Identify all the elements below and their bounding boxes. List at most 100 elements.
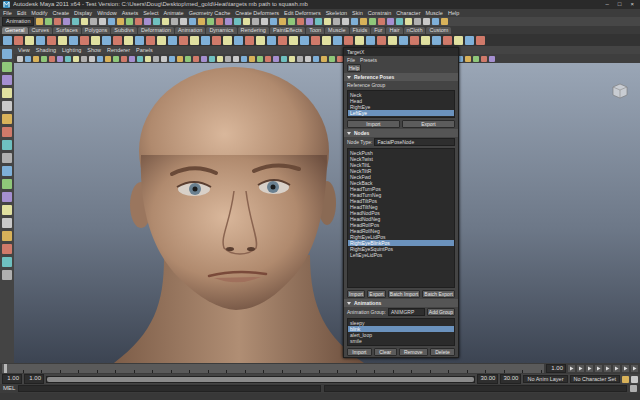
- tool-icon[interactable]: [414, 18, 421, 25]
- playback-icon[interactable]: [631, 365, 638, 372]
- action-button[interactable]: Batch Export: [422, 290, 455, 298]
- panel-tool-icon[interactable]: [209, 56, 215, 62]
- character-set-dropdown[interactable]: No Character Set: [570, 375, 621, 384]
- end-time-field[interactable]: 30.00: [500, 374, 521, 383]
- panel-tool-icon[interactable]: [249, 56, 255, 62]
- toolbox-tool-icon[interactable]: [2, 231, 12, 241]
- menu-item[interactable]: Create: [53, 10, 70, 17]
- list-item[interactable]: HeadTiltPos: [348, 198, 454, 204]
- shelf-tool-icon[interactable]: [146, 36, 155, 45]
- menu-item[interactable]: Constrain: [368, 10, 392, 17]
- panel-tool-icon[interactable]: [233, 56, 239, 62]
- list-item[interactable]: HeadTiltNeg: [348, 204, 454, 210]
- type-dropdown[interactable]: ANIMGRP: [388, 308, 425, 316]
- tool-icon[interactable]: [441, 18, 448, 25]
- tool-icon[interactable]: [333, 18, 340, 25]
- menu-item[interactable]: Presets: [360, 57, 377, 63]
- range-end-field[interactable]: 30.00: [477, 374, 498, 383]
- tool-icon[interactable]: [117, 18, 124, 25]
- tool-icon[interactable]: [369, 18, 376, 25]
- tool-icon[interactable]: [396, 18, 403, 25]
- playback-icon[interactable]: [613, 365, 620, 372]
- tool-icon[interactable]: [378, 18, 385, 25]
- panel-tool-icon[interactable]: [281, 56, 287, 62]
- menu-item[interactable]: File: [3, 10, 12, 17]
- panel-tool-icon[interactable]: [257, 56, 263, 62]
- panel-tool-icon[interactable]: [177, 56, 183, 62]
- playback-icon[interactable]: [577, 365, 584, 372]
- shelf-tool-icon[interactable]: [344, 36, 353, 45]
- list-item[interactable]: NeckPush: [348, 150, 454, 156]
- panel-tool-icon[interactable]: [489, 56, 495, 62]
- shelf-tab[interactable]: Fluids: [350, 27, 371, 34]
- toolbox-tool-icon[interactable]: [2, 166, 12, 176]
- window-control-button[interactable]: ×: [627, 1, 637, 8]
- tool-icon[interactable]: [207, 18, 214, 25]
- window-control-button[interactable]: □: [615, 1, 625, 8]
- start-time-field[interactable]: 1.00: [2, 374, 22, 383]
- panel-menu-item[interactable]: Show: [87, 47, 101, 54]
- tool-icon[interactable]: [36, 18, 43, 25]
- shelf-tool-icon[interactable]: [36, 36, 45, 45]
- menu-item[interactable]: Create Deformers: [235, 10, 279, 17]
- time-slider[interactable]: [2, 364, 544, 373]
- tool-icon[interactable]: [432, 18, 439, 25]
- tool-icon[interactable]: [180, 18, 187, 25]
- panel-tool-icon[interactable]: [113, 56, 119, 62]
- viewport[interactable]: [14, 63, 640, 363]
- list-item[interactable]: Neck: [348, 92, 454, 98]
- list-item[interactable]: NeckFwd: [348, 174, 454, 180]
- menu-item[interactable]: Geometry Cache: [189, 10, 231, 17]
- panel-tool-icon[interactable]: [89, 56, 95, 62]
- toolbox-tool-icon[interactable]: [2, 62, 12, 72]
- menu-item[interactable]: Display: [74, 10, 92, 17]
- shelf-tab[interactable]: General: [2, 27, 28, 34]
- shelf-tool-icon[interactable]: [80, 36, 89, 45]
- list-item[interactable]: smile: [348, 338, 454, 344]
- tool-icon[interactable]: [171, 18, 178, 25]
- tool-icon[interactable]: [351, 18, 358, 25]
- panel-tool-icon[interactable]: [145, 56, 151, 62]
- shelf-tool-icon[interactable]: [124, 36, 133, 45]
- script-language-label[interactable]: MEL: [3, 385, 15, 392]
- shelf-tool-icon[interactable]: [410, 36, 419, 45]
- tool-icon[interactable]: [63, 18, 70, 25]
- menu-set-dropdown[interactable]: Animation: [2, 17, 34, 26]
- tool-icon[interactable]: [162, 18, 169, 25]
- playback-icon[interactable]: [595, 365, 602, 372]
- panel-tool-icon[interactable]: [17, 56, 23, 62]
- action-button[interactable]: Export: [367, 290, 386, 298]
- tool-icon[interactable]: [45, 18, 52, 25]
- toolbox-tool-icon[interactable]: [2, 270, 12, 280]
- panel-tool-icon[interactable]: [97, 56, 103, 62]
- list-item[interactable]: HeadRollNeg: [348, 228, 454, 234]
- tool-icon[interactable]: [81, 18, 88, 25]
- shelf-tool-icon[interactable]: [190, 36, 199, 45]
- shelf-tool-icon[interactable]: [366, 36, 375, 45]
- list-item[interactable]: HeadNodNeg: [348, 216, 454, 222]
- range-slider[interactable]: [46, 376, 475, 383]
- tool-icon[interactable]: [252, 18, 259, 25]
- shelf-tool-icon[interactable]: [91, 36, 100, 45]
- shelf-tool-icon[interactable]: [399, 36, 408, 45]
- shelf-tool-icon[interactable]: [355, 36, 364, 45]
- list-item[interactable]: HeadRollPos: [348, 222, 454, 228]
- tool-icon[interactable]: [54, 18, 61, 25]
- tool-icon[interactable]: [270, 18, 277, 25]
- toolbox-tool-icon[interactable]: [2, 140, 12, 150]
- toolbox-tool-icon[interactable]: [2, 205, 12, 215]
- tool-icon[interactable]: [90, 18, 97, 25]
- shelf-tool-icon[interactable]: [388, 36, 397, 45]
- list-item[interactable]: NeckTwist: [348, 156, 454, 162]
- toolbox-tool-icon[interactable]: [2, 257, 12, 267]
- shelf-tool-icon[interactable]: [454, 36, 463, 45]
- tool-icon[interactable]: [423, 18, 430, 25]
- tool-icon[interactable]: [126, 18, 133, 25]
- tool-icon[interactable]: [108, 18, 115, 25]
- menu-item[interactable]: Edit Deformers: [284, 10, 321, 17]
- tool-icon[interactable]: [144, 18, 151, 25]
- type-dropdown[interactable]: FacialPoseNode: [374, 138, 455, 146]
- panel-menu-item[interactable]: Shading: [36, 47, 56, 54]
- panel-tool-icon[interactable]: [57, 56, 63, 62]
- tool-icon[interactable]: [153, 18, 160, 25]
